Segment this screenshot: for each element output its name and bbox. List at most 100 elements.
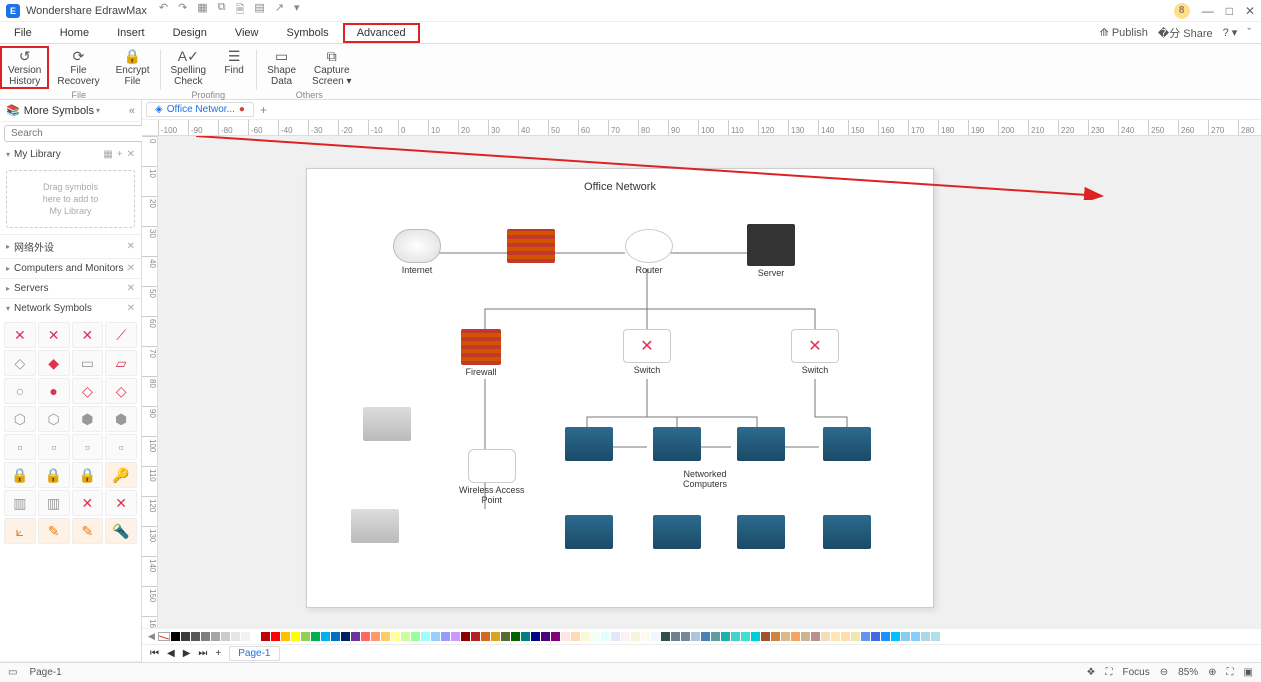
next-page-icon[interactable]: ▶ <box>183 648 191 659</box>
color-swatch[interactable] <box>931 632 940 641</box>
version-history-button[interactable]: ↺ VersionHistory <box>0 46 49 89</box>
pc-icon[interactable] <box>565 427 613 461</box>
pc-icon[interactable] <box>653 515 701 549</box>
redo-icon[interactable]: ↷ <box>178 1 187 20</box>
section-computers[interactable]: ▸ Computers and Monitors ✕ <box>0 259 141 278</box>
color-swatch[interactable] <box>801 632 810 641</box>
help-icon[interactable]: ? ▾ <box>1223 26 1238 39</box>
close-section-icon[interactable]: ✕ <box>127 303 135 314</box>
cloud-icon[interactable] <box>393 229 441 263</box>
symbol-item[interactable]: ◇ <box>105 378 137 404</box>
library-dropzone[interactable]: Drag symbolshere to add toMy Library <box>6 170 135 228</box>
wireless-ap-icon[interactable] <box>468 449 516 483</box>
color-swatch[interactable] <box>521 632 530 641</box>
symbol-item[interactable]: ✕ <box>38 322 70 348</box>
color-swatch[interactable] <box>271 632 280 641</box>
symbol-item[interactable]: 🔑 <box>105 462 137 488</box>
menu-symbols[interactable]: Symbols <box>273 23 343 43</box>
color-swatch[interactable] <box>451 632 460 641</box>
color-swatch[interactable] <box>781 632 790 641</box>
color-swatch[interactable] <box>561 632 570 641</box>
color-swatch[interactable] <box>921 632 930 641</box>
symbol-item[interactable]: 🔒 <box>38 462 70 488</box>
color-swatch[interactable] <box>431 632 440 641</box>
color-swatch[interactable] <box>201 632 210 641</box>
color-swatch[interactable] <box>711 632 720 641</box>
color-swatch[interactable] <box>601 632 610 641</box>
pc-icon[interactable] <box>823 427 871 461</box>
color-swatch[interactable] <box>321 632 330 641</box>
color-swatch[interactable] <box>631 632 640 641</box>
color-swatch[interactable] <box>491 632 500 641</box>
symbol-item[interactable]: ✎ <box>38 518 70 544</box>
color-swatch[interactable] <box>731 632 740 641</box>
color-swatch[interactable] <box>501 632 510 641</box>
notification-badge[interactable]: 8 <box>1174 3 1190 19</box>
symbol-item[interactable]: 🔒 <box>4 462 36 488</box>
color-swatch[interactable] <box>641 632 650 641</box>
new-tab-button[interactable]: + <box>260 103 267 117</box>
qat-icon[interactable]: ↗ <box>275 1 284 20</box>
symbol-item[interactable]: ▱ <box>105 350 137 376</box>
file-recovery-button[interactable]: ⟳ FileRecovery <box>49 46 107 89</box>
symbol-item[interactable]: ✕ <box>72 490 104 516</box>
color-swatch[interactable] <box>721 632 730 641</box>
symbol-item[interactable]: ▭ <box>72 350 104 376</box>
firewall-icon[interactable] <box>461 329 501 365</box>
symbol-item[interactable]: ✕ <box>72 322 104 348</box>
encrypt-file-button[interactable]: 🔒 EncryptFile <box>108 46 158 89</box>
symbol-item[interactable]: ○ <box>4 378 36 404</box>
color-swatch[interactable] <box>541 632 550 641</box>
laptop-icon[interactable] <box>363 407 411 441</box>
menu-insert[interactable]: Insert <box>103 23 159 43</box>
color-swatch[interactable] <box>861 632 870 641</box>
color-swatch[interactable] <box>481 632 490 641</box>
pc-icon[interactable] <box>737 427 785 461</box>
color-swatch[interactable] <box>241 632 250 641</box>
color-swatch[interactable] <box>181 632 190 641</box>
color-swatch[interactable] <box>191 632 200 641</box>
add-section-icon[interactable]: ▦ <box>103 149 112 160</box>
qat-icon[interactable]: ▤ <box>254 1 264 20</box>
color-swatch[interactable] <box>511 632 520 641</box>
page-outline-icon[interactable]: ▭ <box>8 667 17 678</box>
symbol-item[interactable]: ⬢ <box>72 406 104 432</box>
qat-more-icon[interactable]: ▾ <box>294 1 300 20</box>
switch-icon[interactable] <box>791 329 839 363</box>
color-swatch[interactable] <box>371 632 380 641</box>
symbol-item[interactable]: 🔒 <box>72 462 104 488</box>
add-page-icon[interactable]: + <box>215 648 221 659</box>
zoom-in-icon[interactable]: ⊕ <box>1208 667 1216 678</box>
fit-page-icon[interactable]: ⛶ <box>1227 667 1234 678</box>
color-swatch[interactable] <box>821 632 830 641</box>
color-swatch[interactable] <box>871 632 880 641</box>
fullscreen-icon[interactable]: ▣ <box>1244 667 1253 678</box>
color-swatch[interactable] <box>361 632 370 641</box>
symbol-item[interactable]: 🔦 <box>105 518 137 544</box>
menu-view[interactable]: View <box>221 23 273 43</box>
symbol-item[interactable]: ⟋ <box>105 322 137 348</box>
color-swatch[interactable] <box>471 632 480 641</box>
pc-icon[interactable] <box>653 427 701 461</box>
color-swatch[interactable] <box>421 632 430 641</box>
color-swatch[interactable] <box>761 632 770 641</box>
color-swatch[interactable] <box>691 632 700 641</box>
symbol-item[interactable]: ⬡ <box>4 406 36 432</box>
page-tab[interactable]: Page-1 <box>229 646 279 661</box>
symbol-item[interactable]: ✕ <box>105 490 137 516</box>
color-swatch[interactable] <box>581 632 590 641</box>
publish-button[interactable]: ⟰ Publish <box>1100 26 1148 39</box>
section-network-symbols[interactable]: ▾ Network Symbols ✕ <box>0 299 141 318</box>
find-button[interactable]: ☰ Find <box>214 46 254 78</box>
color-swatch[interactable] <box>771 632 780 641</box>
spelling-check-button[interactable]: A✓ SpellingCheck <box>163 46 215 89</box>
first-page-icon[interactable]: ⏮ <box>150 648 159 659</box>
symbol-item[interactable]: ✕ <box>4 322 36 348</box>
pc-icon[interactable] <box>737 515 785 549</box>
plus-icon[interactable]: + <box>117 149 123 160</box>
color-swatch[interactable] <box>621 632 630 641</box>
menu-advanced[interactable]: Advanced <box>343 23 420 43</box>
undo-icon[interactable]: ↶ <box>159 1 168 20</box>
router-icon[interactable] <box>625 229 673 263</box>
server-icon[interactable] <box>747 224 795 266</box>
